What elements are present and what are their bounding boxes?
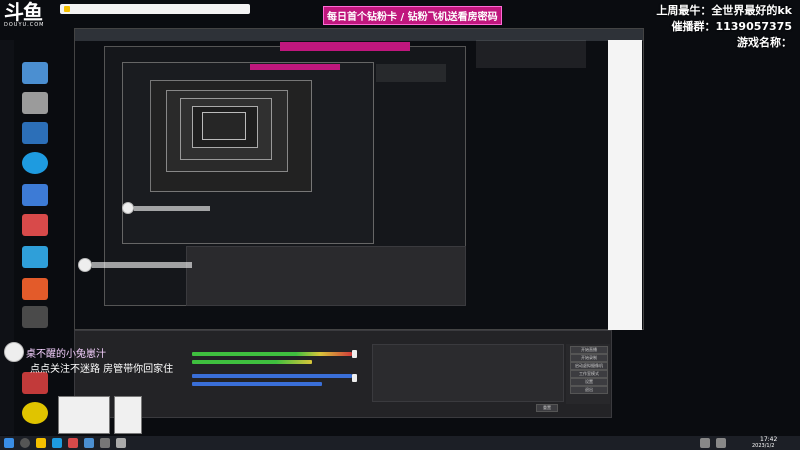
app-icon-7[interactable] [22, 246, 48, 268]
clock-date[interactable]: 2023/1/2 [752, 443, 774, 449]
volume-slider-1[interactable] [352, 350, 357, 358]
nested-banner-2 [250, 64, 340, 70]
nested-chat-1 [134, 206, 210, 211]
obs-btn-reset[interactable]: 重置 [536, 404, 558, 412]
app-icon-2[interactable] [22, 92, 48, 114]
douyu-logo: 斗鱼 DOUYU.COM [4, 2, 56, 30]
obs-btn-studio-mode[interactable]: 工作室模式 [570, 370, 608, 378]
app-taskbar-2[interactable] [52, 438, 62, 448]
edge-browser-icon[interactable] [22, 152, 48, 174]
chat-message: 点点关注不迷路 房管带你回家住 [30, 364, 174, 375]
obs-btn-exit[interactable]: 退出 [570, 386, 608, 394]
app-icon-10[interactable] [22, 372, 48, 394]
nested-avatar-1 [122, 202, 134, 214]
nested-avatar-2 [78, 258, 92, 272]
app-icon-11[interactable] [22, 402, 48, 424]
nested-chat-2 [92, 262, 192, 268]
obs-btn-start-stream[interactable]: 开始直播 [570, 346, 608, 354]
app-icon-6[interactable] [22, 214, 48, 236]
clock-time[interactable]: 17:42 [760, 436, 777, 443]
volume-icon[interactable] [716, 438, 726, 448]
app-icon-5[interactable] [22, 184, 48, 206]
small-window-tab[interactable] [60, 4, 250, 14]
app-icon-3[interactable] [22, 122, 48, 144]
volume-slider-2[interactable] [352, 374, 357, 382]
scene-thumb-2[interactable] [114, 396, 142, 434]
obs-panel-l2 [186, 246, 466, 306]
obs-btn-settings[interactable]: 设置 [570, 378, 608, 386]
nested-banner-1 [280, 42, 410, 51]
app-taskbar-5[interactable] [100, 438, 110, 448]
audio-meter-1 [192, 352, 352, 356]
logo-sub-text: DOUYU.COM [4, 22, 45, 28]
app-taskbar-6[interactable] [116, 438, 126, 448]
logo-main-text: 斗鱼 [4, 0, 43, 24]
scene-thumb-1[interactable] [58, 396, 110, 434]
nested-right-text-1 [476, 40, 586, 68]
app-taskbar-1[interactable] [36, 438, 46, 448]
top-banner: 每日首个钻粉卡 / 钻粉飞机送看房密码 [323, 6, 502, 25]
app-icon-8[interactable] [22, 278, 48, 300]
windows-start-icon[interactable] [4, 438, 14, 448]
small-window-icon [64, 6, 70, 12]
taskbar: 17:42 2023/1/2 [0, 436, 800, 450]
obs-btn-start-record[interactable]: 开始录制 [570, 354, 608, 362]
chat-username: 桌不醒的小兔崽汁 [26, 349, 106, 360]
chat-avatar [4, 342, 24, 362]
left-edge-strip [0, 40, 14, 435]
browser-pane-right [608, 40, 642, 330]
audio-meter-3 [192, 374, 352, 378]
weekly-top-label: 上周最牛：全世界最好的kk [656, 4, 792, 17]
app-icon-9[interactable] [22, 306, 48, 328]
audio-meter-4 [192, 382, 322, 386]
fan-group-label: 催播群：1139057375 [671, 20, 792, 33]
game-name-label: 游戏名称： [737, 36, 792, 49]
obs-btn-virtual-cam[interactable]: 启动虚拟摄像机 [570, 362, 608, 370]
audio-meter-2 [192, 360, 312, 364]
search-icon[interactable] [20, 438, 30, 448]
app-taskbar-4[interactable] [84, 438, 94, 448]
app-taskbar-3[interactable] [68, 438, 78, 448]
wifi-icon[interactable] [700, 438, 710, 448]
stats-panel [372, 344, 564, 402]
nested-right-text-2 [376, 64, 446, 82]
recycle-bin-icon[interactable] [22, 62, 48, 84]
capture-window-8 [202, 112, 246, 140]
